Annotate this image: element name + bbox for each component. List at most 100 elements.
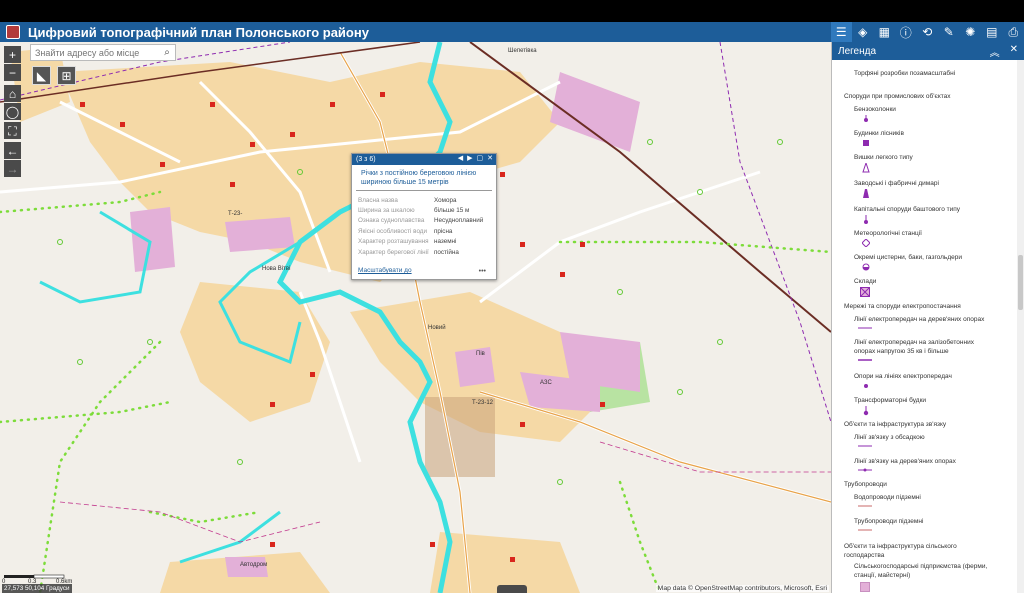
attribute-key: Характер розташування bbox=[358, 238, 429, 246]
list-icon[interactable]: ☰ bbox=[830, 22, 852, 42]
attribute-table-toggle[interactable] bbox=[497, 585, 527, 593]
legend-item: Окремі цистерни, баки, газгольдери bbox=[854, 254, 962, 261]
close-icon[interactable]: ✕ bbox=[1010, 44, 1018, 59]
search-input[interactable] bbox=[31, 45, 159, 60]
legend-item: Лінії електропередач на дерев'яних опора… bbox=[854, 316, 985, 323]
attribute-value: наземні bbox=[434, 238, 457, 246]
layers-icon[interactable]: ◈ bbox=[852, 22, 874, 42]
zoom-out-button[interactable]: − bbox=[4, 64, 21, 81]
settings-icon[interactable]: ✺ bbox=[960, 22, 982, 42]
overview-map-icon[interactable]: ◣ bbox=[32, 66, 51, 85]
power-line bbox=[719, 42, 831, 423]
attribute-key: Власна назва bbox=[358, 196, 398, 204]
legend-item: опорах напругою 35 кв і більше bbox=[854, 348, 949, 355]
legend-item: Трубопроводи підземні bbox=[854, 518, 924, 525]
power-pole-icon bbox=[864, 384, 868, 388]
scrollbar-thumb[interactable] bbox=[1018, 255, 1023, 310]
legend-item: Заводські і фабричні димарі bbox=[854, 180, 939, 187]
gas-station-icon bbox=[864, 115, 868, 122]
built-area-west bbox=[180, 282, 330, 422]
popup-counter: (3 з 6) bbox=[356, 156, 376, 163]
attribute-key: Ознака судноплавства bbox=[358, 217, 425, 225]
legend-group: господарства bbox=[844, 552, 885, 559]
print-icon[interactable]: ⎙ bbox=[1003, 22, 1024, 42]
close-icon[interactable]: ✕ bbox=[487, 154, 493, 162]
attribute-key: Характер берегової лінії bbox=[358, 248, 429, 256]
feature-popup: (3 з 6) ◀ ▶ ▢ ✕ Річки з постійною берего… bbox=[351, 153, 497, 280]
tower-structure-icon bbox=[864, 215, 868, 224]
header-toolbar: ☰ ◈ ▦ ⓘ ⟲ ✎ ✺ ▤ ⎙ bbox=[830, 22, 1024, 42]
share-icon[interactable]: ⟲ bbox=[917, 22, 939, 42]
map-label-5: Пів bbox=[476, 351, 485, 357]
popup-title: Річки з постійною береговою лінією ширин… bbox=[356, 165, 492, 191]
legend-group: Трубопроводи bbox=[844, 481, 887, 488]
built-area-southeast bbox=[430, 532, 580, 593]
home-icon[interactable]: ⌂ bbox=[4, 85, 21, 102]
popup-header: (3 з 6) ◀ ▶ ▢ ✕ bbox=[352, 154, 496, 165]
forester-house-icon bbox=[863, 140, 869, 146]
attribute-value: Несудноплавний bbox=[434, 217, 484, 225]
tank-icon bbox=[862, 263, 870, 271]
pipeline-icon bbox=[858, 529, 872, 531]
previous-extent-icon[interactable]: ← bbox=[4, 142, 21, 159]
measure-icon[interactable]: ✎ bbox=[938, 22, 960, 42]
coat-of-arms-logo bbox=[6, 25, 20, 39]
coordinate-readout: 27,573 50,104 Градуси bbox=[2, 584, 72, 593]
map-label-1: Шепетівка bbox=[508, 48, 537, 54]
maximize-icon[interactable]: ▢ bbox=[477, 154, 484, 162]
legend-item: Торфяні розробки позамасштабні bbox=[854, 70, 956, 77]
legend-item: Лінії електропередач на залізобетонних bbox=[854, 339, 974, 346]
map-label-7: Т-23-12 bbox=[472, 400, 494, 406]
weather-station-icon bbox=[862, 239, 870, 247]
legend-item: Лінії зв'язку з обсадкою bbox=[854, 434, 925, 441]
legend-item: Лінії зв'язку на дерев'яних опорах bbox=[854, 458, 956, 465]
power-line-concrete-icon bbox=[858, 359, 872, 361]
map-label-4: Новий bbox=[428, 324, 446, 331]
river-south bbox=[179, 510, 281, 564]
map-label-3: Нова Вітві bbox=[262, 266, 290, 272]
comm-line-icon bbox=[858, 445, 872, 447]
zoom-in-button[interactable]: + bbox=[4, 46, 21, 63]
attribute-table: Власна назва Хомора Ширина за шкалою більш… bbox=[358, 195, 492, 257]
more-actions-icon[interactable]: ••• bbox=[479, 268, 486, 275]
legend-item: Склади bbox=[854, 278, 877, 285]
map-label-8: Автодром bbox=[240, 562, 267, 568]
previous-feature-icon[interactable]: ◀ bbox=[458, 154, 463, 162]
browser-top-bar bbox=[0, 0, 1024, 22]
legend-item: Водопроводи підземні bbox=[854, 494, 921, 501]
water-pipe-icon bbox=[858, 505, 872, 507]
info-icon[interactable]: ⓘ bbox=[895, 22, 917, 42]
farm-icon bbox=[860, 582, 870, 592]
legend-scrollbar[interactable] bbox=[1017, 60, 1024, 593]
legend-list: Торфяні розробки позамасштабні Споруди п… bbox=[832, 60, 1018, 593]
next-extent-icon[interactable]: → bbox=[4, 160, 21, 177]
legend-item: Бензоколонки bbox=[854, 106, 896, 113]
fullscreen-icon[interactable]: ⛶ bbox=[4, 122, 21, 139]
collapse-icon[interactable]: ︽ bbox=[990, 44, 1000, 59]
table-row: Якісні особливості води прісна bbox=[358, 226, 492, 236]
zoom-to-link[interactable]: Масштабувати до bbox=[358, 267, 412, 274]
legend-item: Метеорологічні станції bbox=[854, 230, 922, 237]
app-title: Цифровий топографічний план Полонського … bbox=[28, 24, 369, 40]
industrial-area-4 bbox=[130, 207, 175, 272]
table-icon[interactable]: ▤ bbox=[981, 22, 1003, 42]
table-row: Характер берегової лінії постійна bbox=[358, 247, 492, 257]
comm-line-wood-icon bbox=[858, 468, 872, 472]
legend-group: Споруди при промислових об'єктах bbox=[844, 93, 951, 100]
next-feature-icon[interactable]: ▶ bbox=[467, 154, 472, 162]
tower-icon bbox=[862, 163, 870, 173]
map-canvas: Шепетівка Т-23- Нова Вітві Новий Пів АЗС… bbox=[0, 42, 831, 593]
coordinate-tool-icon[interactable]: ⊞ bbox=[57, 66, 76, 85]
warehouse-icon bbox=[860, 287, 870, 297]
basemap-icon[interactable]: ▦ bbox=[874, 22, 896, 42]
locate-icon[interactable]: ◯ bbox=[4, 103, 21, 120]
chimney-icon bbox=[863, 189, 869, 198]
address-search: ⌕ bbox=[30, 44, 176, 61]
attribute-value: прісна bbox=[434, 227, 453, 235]
map-label-2: Т-23- bbox=[228, 211, 242, 217]
search-icon[interactable]: ⌕ bbox=[159, 45, 175, 60]
transformer-icon bbox=[863, 406, 869, 416]
map-view[interactable]: Шепетівка Т-23- Нова Вітві Новий Пів АЗС… bbox=[0, 42, 831, 593]
table-row: Ширина за шкалою більше 15 м bbox=[358, 205, 492, 215]
map-label-6: АЗС bbox=[540, 380, 552, 386]
